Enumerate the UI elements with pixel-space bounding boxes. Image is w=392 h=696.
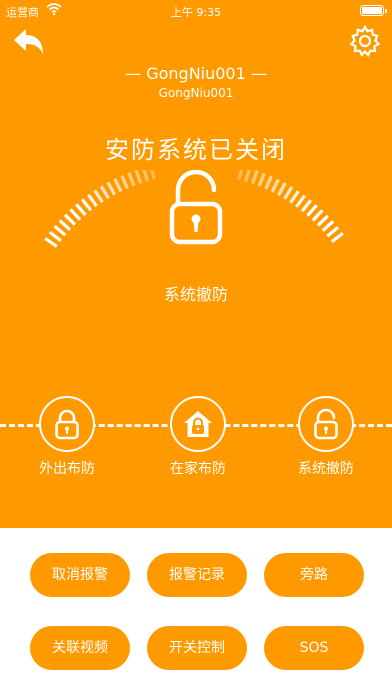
gauge-tick — [80, 198, 93, 212]
away-arm-button[interactable]: 外出布防 — [12, 396, 122, 478]
lock-icon — [55, 409, 79, 440]
gauge-tick — [69, 208, 82, 221]
gauge-tick — [311, 209, 324, 222]
gauge-tick — [120, 175, 129, 190]
battery-icon — [360, 5, 387, 16]
gauge-tick — [127, 172, 136, 187]
action-panel: 取消报警 报警记录 旁路 关联视频 开关控制 SOS — [0, 528, 392, 696]
gauge-tick — [48, 230, 62, 243]
gauge-tick — [283, 186, 294, 200]
gauge-tick — [87, 193, 98, 208]
mode-label: 系统撤防 — [298, 461, 354, 477]
gauge-tick — [264, 175, 273, 190]
gauge-tick — [142, 170, 149, 182]
linked-video-button[interactable]: 关联视频 — [30, 626, 130, 670]
gauge-tick — [106, 181, 117, 196]
settings-button[interactable] — [348, 24, 382, 58]
gauge-tick — [63, 213, 77, 226]
gear-icon — [349, 24, 381, 57]
mode-circle — [39, 396, 95, 452]
unlock-icon — [314, 408, 338, 440]
mode-circle — [298, 396, 354, 452]
gauge-tick — [277, 182, 287, 197]
disarm-button[interactable]: 系统撤防 — [271, 396, 381, 478]
gauge-tick — [53, 224, 67, 237]
gauge-tick — [113, 178, 123, 193]
gauge-tick — [326, 225, 340, 238]
gauge-tick — [300, 199, 313, 213]
gauge-tick — [75, 203, 87, 216]
gauge-tick — [150, 170, 156, 180]
mode-label: 外出布防 — [39, 461, 95, 477]
status-bar: 运营商 上午 9:35 — [0, 0, 392, 22]
security-status-title: 安防系统已关闭 — [105, 136, 287, 164]
gauge-tick — [316, 214, 330, 227]
device-name: — GongNiu001 — — [125, 64, 267, 83]
current-mode-label: 系统撤防 — [163, 285, 228, 304]
gauge-ticks — [44, 170, 344, 248]
gauge-tick — [330, 231, 344, 243]
sos-button[interactable]: SOS — [264, 626, 364, 670]
gauge-tick — [321, 220, 335, 232]
mode-label: 在家布防 — [170, 461, 226, 477]
switch-control-button[interactable]: 开关控制 — [147, 626, 247, 670]
status-panel: 运营商 上午 9:35 — GongNiu001 — GongNiu001 安防… — [0, 0, 392, 528]
cancel-alarm-button[interactable]: 取消报警 — [30, 553, 130, 597]
bypass-button[interactable]: 旁路 — [264, 553, 364, 597]
device-id: GongNiu001 — [158, 86, 234, 100]
back-button[interactable] — [10, 26, 46, 58]
gauge-tick — [134, 170, 143, 184]
gauge-tick — [257, 172, 266, 187]
gauge-tick — [93, 189, 104, 203]
gauge-tick — [270, 178, 280, 193]
clock: 上午 9:35 — [170, 6, 222, 19]
home-arm-button[interactable]: 在家布防 — [143, 396, 253, 478]
gauge-tick — [44, 237, 58, 248]
back-arrow-icon — [14, 29, 43, 54]
home-lock-icon — [184, 411, 212, 437]
gauge-tick — [295, 194, 306, 208]
gauge-tick — [306, 204, 318, 217]
mode-circle — [170, 396, 226, 452]
gauge-tick — [250, 170, 259, 185]
gauge-tick — [237, 170, 243, 180]
gauge-tick — [99, 185, 110, 200]
gauge-tick — [289, 190, 300, 204]
unlock-icon — [169, 170, 223, 245]
alarm-records-button[interactable]: 报警记录 — [147, 553, 247, 597]
gauge-tick — [244, 170, 251, 182]
gauge-tick — [58, 219, 72, 231]
